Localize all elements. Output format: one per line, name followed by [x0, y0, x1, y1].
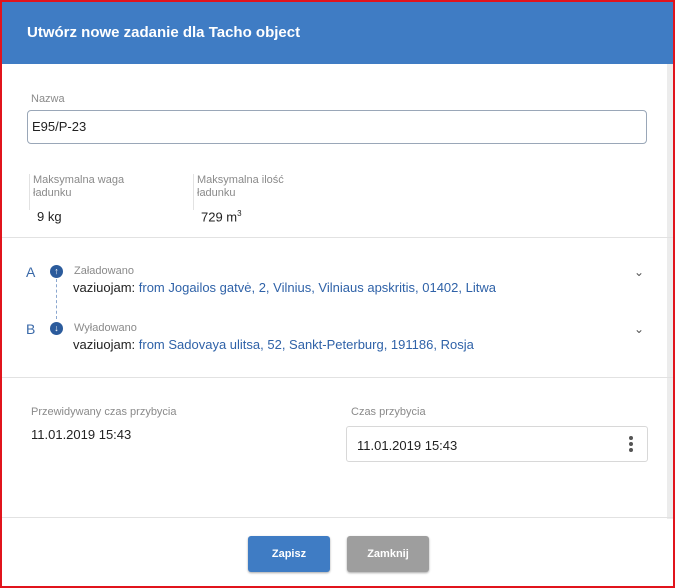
- close-button[interactable]: Zamknij: [347, 536, 429, 572]
- max-volume-stat: Maksymalna ilość ładunku 729 m3: [193, 174, 343, 224]
- stat-divider: [29, 174, 30, 210]
- section-divider: [2, 377, 673, 378]
- scrollbar-track[interactable]: [667, 64, 673, 519]
- arrow-down-icon: ↓: [50, 322, 63, 335]
- arrow-up-icon: ↑: [50, 265, 63, 278]
- max-weight-value: 9 kg: [37, 209, 62, 224]
- stop-a-address-link[interactable]: from Jogailos gatvė, 2, Vilnius, Vilniau…: [139, 280, 496, 295]
- max-weight-stat: Maksymalna waga ładunku 9 kg: [29, 174, 179, 224]
- name-label: Nazwa: [31, 93, 65, 105]
- max-volume-label: Maksymalna ilość ładunku: [197, 174, 284, 199]
- route-connector-line: [56, 279, 57, 319]
- section-divider: [2, 237, 673, 238]
- arrival-time-label: Czas przybycia: [351, 406, 426, 418]
- stop-b-letter: B: [26, 321, 36, 337]
- expected-arrival-label: Przewidywany czas przybycia: [31, 406, 177, 418]
- save-button[interactable]: Zapisz: [248, 536, 330, 572]
- name-input[interactable]: E95/P-23: [27, 110, 647, 144]
- stop-a-status: Załadowano: [74, 265, 134, 277]
- stop-a-address: vaziuojam: from Jogailos gatvė, 2, Vilni…: [73, 280, 496, 295]
- max-volume-value: 729 m3: [201, 209, 242, 225]
- volume-exponent: 3: [237, 209, 242, 218]
- name-input-value: E95/P-23: [32, 119, 87, 134]
- stop-a-letter: A: [26, 264, 36, 280]
- stop-b-status: Wyładowano: [74, 322, 137, 334]
- chevron-down-icon[interactable]: ⌄: [634, 323, 644, 335]
- stat-divider: [193, 174, 194, 210]
- dialog-title: Utwórz nowe zadanie dla Tacho object: [27, 24, 301, 41]
- footer-divider: [2, 517, 673, 518]
- expected-arrival-value: 11.01.2019 15:43: [31, 427, 132, 442]
- more-vert-icon[interactable]: [629, 436, 633, 452]
- dialog-header: Utwórz nowe zadanie dla Tacho object: [2, 2, 673, 64]
- chevron-down-icon[interactable]: ⌄: [634, 266, 644, 278]
- stop-b-address-link[interactable]: from Sadovaya ulitsa, 52, Sankt-Peterbur…: [139, 337, 474, 352]
- create-task-dialog: Utwórz nowe zadanie dla Tacho object Naz…: [0, 0, 675, 588]
- arrival-time-value: 11.01.2019 15:43: [357, 438, 458, 453]
- stop-b-address: vaziuojam: from Sadovaya ulitsa, 52, San…: [73, 337, 474, 352]
- arrival-time-input[interactable]: 11.01.2019 15:43: [346, 426, 648, 462]
- max-weight-label: Maksymalna waga ładunku: [33, 174, 125, 199]
